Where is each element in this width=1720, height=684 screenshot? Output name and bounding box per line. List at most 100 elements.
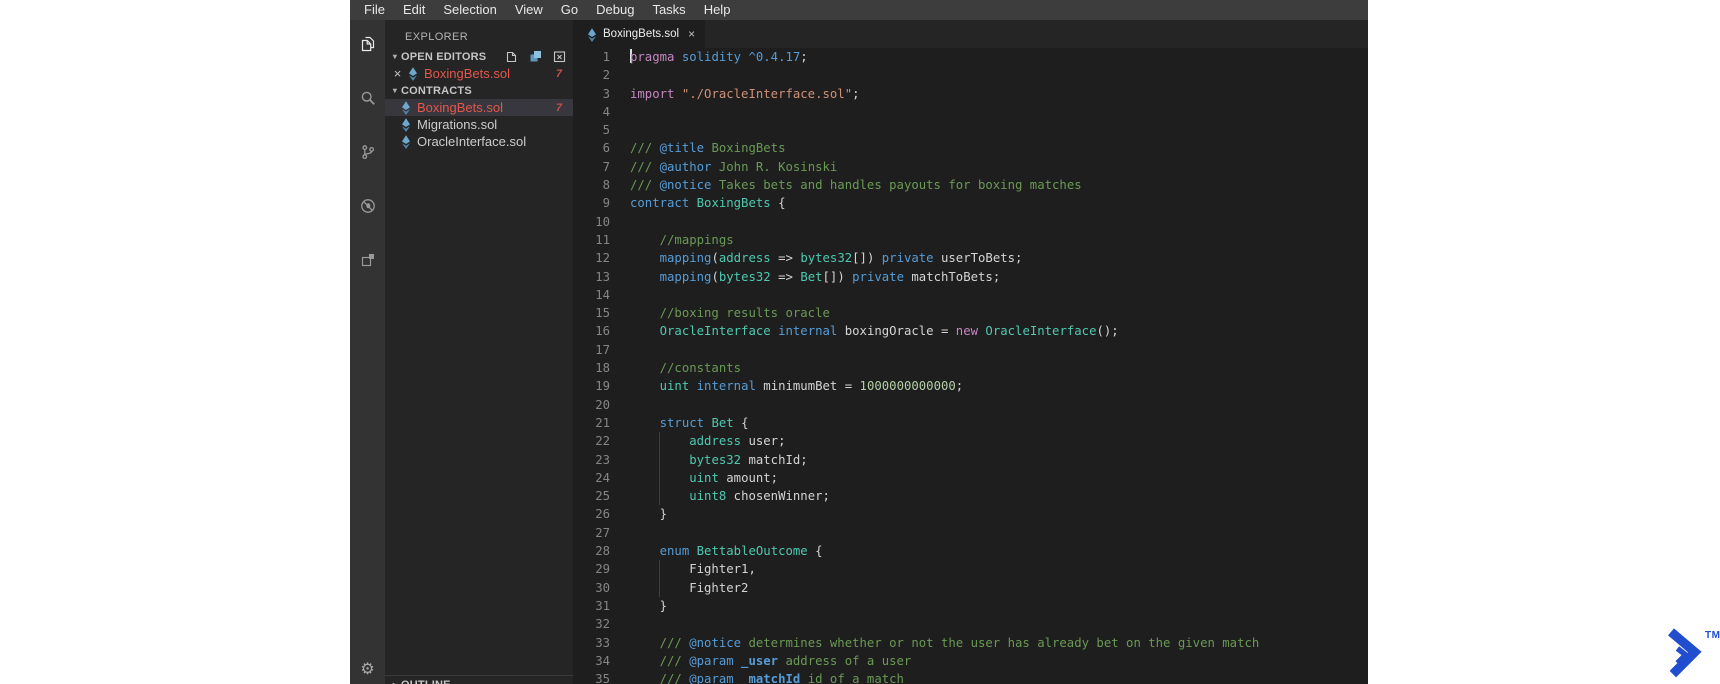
line-number: 5 xyxy=(573,121,630,139)
line-number: 14 xyxy=(573,286,630,304)
menu-file[interactable]: File xyxy=(355,0,394,20)
code-line[interactable]: 14 xyxy=(573,286,1368,304)
settings-gear-icon[interactable]: ⚙ xyxy=(350,662,385,678)
line-content: OracleInterface internal boxingOracle = … xyxy=(630,322,1119,340)
line-number: 24 xyxy=(573,469,630,487)
code-line[interactable]: 16 OracleInterface internal boxingOracle… xyxy=(573,322,1368,340)
code-line[interactable]: 29 Fighter1, xyxy=(573,560,1368,578)
line-content: enum BettableOutcome { xyxy=(630,542,823,560)
line-number: 23 xyxy=(573,451,630,469)
menu-bar: FileEditSelectionViewGoDebugTasksHelp xyxy=(350,0,1368,20)
code-line[interactable]: 2 xyxy=(573,66,1368,84)
save-all-icon[interactable] xyxy=(529,50,542,66)
code-line[interactable]: 15 //boxing results oracle xyxy=(573,304,1368,322)
code-line[interactable]: 26 } xyxy=(573,505,1368,523)
line-content: /// @title BoxingBets xyxy=(630,139,785,157)
search-icon[interactable] xyxy=(350,90,385,144)
code-line[interactable]: 32 xyxy=(573,615,1368,633)
open-editor-BoxingBets.sol[interactable]: × BoxingBets.sol7 xyxy=(385,65,573,82)
line-number: 29 xyxy=(573,560,630,578)
line-number: 17 xyxy=(573,341,630,359)
code-line[interactable]: 1pragma solidity ^0.4.17; xyxy=(573,48,1368,66)
menu-edit[interactable]: Edit xyxy=(394,0,434,20)
section-header-open-editors[interactable]: ▾OPEN EDITORS xyxy=(385,48,573,65)
solidity-file-icon xyxy=(399,100,412,115)
code-line[interactable]: 13 mapping(bytes32 => Bet[]) private mat… xyxy=(573,268,1368,286)
line-number: 13 xyxy=(573,268,630,286)
menu-debug[interactable]: Debug xyxy=(587,0,643,20)
tab-BoxingBets.sol[interactable]: BoxingBets.sol× xyxy=(573,20,705,48)
section-header-outline[interactable]: ▸OUTLINE xyxy=(385,675,573,684)
menu-go[interactable]: Go xyxy=(552,0,587,20)
trademark-label: TM xyxy=(1705,630,1720,641)
code-line[interactable]: 5 xyxy=(573,121,1368,139)
toptal-logo xyxy=(1660,626,1704,680)
file-OracleInterface.sol[interactable]: OracleInterface.sol xyxy=(385,133,573,150)
code-line[interactable]: 25 uint8 chosenWinner; xyxy=(573,487,1368,505)
file-BoxingBets.sol[interactable]: BoxingBets.sol7 xyxy=(385,99,573,116)
tab-close-icon[interactable]: × xyxy=(688,27,695,41)
code-line[interactable]: 23 bytes32 matchId; xyxy=(573,451,1368,469)
files-icon[interactable] xyxy=(350,36,385,90)
line-number: 2 xyxy=(573,66,630,84)
code-line[interactable]: 17 xyxy=(573,341,1368,359)
code-line[interactable]: 19 uint internal minimumBet = 1000000000… xyxy=(573,377,1368,395)
sidebar-title: EXPLORER xyxy=(385,20,573,48)
menu-tasks[interactable]: Tasks xyxy=(643,0,694,20)
line-number: 18 xyxy=(573,359,630,377)
code-line[interactable]: 30 Fighter2 xyxy=(573,579,1368,597)
code-line[interactable]: 35 /// @param _matchId id of a match xyxy=(573,670,1368,684)
line-number: 11 xyxy=(573,231,630,249)
source-control-icon[interactable] xyxy=(350,144,385,198)
line-content: /// @notice determines whether or not th… xyxy=(630,634,1259,652)
indent-guide xyxy=(659,579,660,597)
line-number: 20 xyxy=(573,396,630,414)
indent-guide xyxy=(659,487,660,505)
line-number: 27 xyxy=(573,524,630,542)
line-number: 1 xyxy=(573,48,630,66)
explorer-sidebar: EXPLORER ▾OPEN EDITORS × BoxingBets.sol7… xyxy=(385,20,573,684)
close-all-editors-icon[interactable] xyxy=(553,50,566,66)
code-line[interactable]: 33 /// @notice determines whether or not… xyxy=(573,634,1368,652)
code-line[interactable]: 4 xyxy=(573,103,1368,121)
new-untitled-file-icon[interactable] xyxy=(505,50,518,66)
code-line[interactable]: 27 xyxy=(573,524,1368,542)
code-line[interactable]: 8/// @notice Takes bets and handles payo… xyxy=(573,176,1368,194)
section-header-contracts[interactable]: ▾CONTRACTS xyxy=(385,82,573,99)
code-line[interactable]: 34 /// @param _user address of a user xyxy=(573,652,1368,670)
code-line[interactable]: 11 //mappings xyxy=(573,231,1368,249)
code-line[interactable]: 10 xyxy=(573,213,1368,231)
line-number: 34 xyxy=(573,652,630,670)
code-line[interactable]: 28 enum BettableOutcome { xyxy=(573,542,1368,560)
section-label: CONTRACTS xyxy=(401,85,472,97)
code-line[interactable]: 12 mapping(address => bytes32[]) private… xyxy=(573,249,1368,267)
section-actions xyxy=(505,50,566,66)
section-label: OPEN EDITORS xyxy=(401,51,486,63)
code-line[interactable]: 6/// @title BoxingBets xyxy=(573,139,1368,157)
sidebar-sections: ▾OPEN EDITORS × BoxingBets.sol7▾CONTRACT… xyxy=(385,48,573,150)
menu-view[interactable]: View xyxy=(506,0,552,20)
debug-icon[interactable] xyxy=(350,198,385,252)
code-line[interactable]: 9contract BoxingBets { xyxy=(573,194,1368,212)
code-line[interactable]: 3import "./OracleInterface.sol"; xyxy=(573,85,1368,103)
code-line[interactable]: 18 //constants xyxy=(573,359,1368,377)
editor-group: BoxingBets.sol× 1pragma solidity ^0.4.17… xyxy=(573,20,1368,684)
line-number: 33 xyxy=(573,634,630,652)
code-line[interactable]: 21 struct Bet { xyxy=(573,414,1368,432)
line-number: 31 xyxy=(573,597,630,615)
close-editor-icon[interactable]: × xyxy=(391,67,404,80)
file-label: BoxingBets.sol xyxy=(417,100,503,115)
code-line[interactable]: 31 } xyxy=(573,597,1368,615)
menu-help[interactable]: Help xyxy=(695,0,740,20)
code-area[interactable]: 1pragma solidity ^0.4.17;23import "./Ora… xyxy=(573,48,1368,684)
code-line[interactable]: 7/// @author John R. Kosinski xyxy=(573,158,1368,176)
menu-selection[interactable]: Selection xyxy=(434,0,505,20)
line-content: //boxing results oracle xyxy=(630,304,830,322)
file-Migrations.sol[interactable]: Migrations.sol xyxy=(385,116,573,133)
file-label: BoxingBets.sol xyxy=(424,66,510,81)
code-line[interactable]: 24 uint amount; xyxy=(573,469,1368,487)
code-line[interactable]: 22 address user; xyxy=(573,432,1368,450)
extensions-icon[interactable] xyxy=(350,252,385,306)
code-line[interactable]: 20 xyxy=(573,396,1368,414)
line-number: 10 xyxy=(573,213,630,231)
